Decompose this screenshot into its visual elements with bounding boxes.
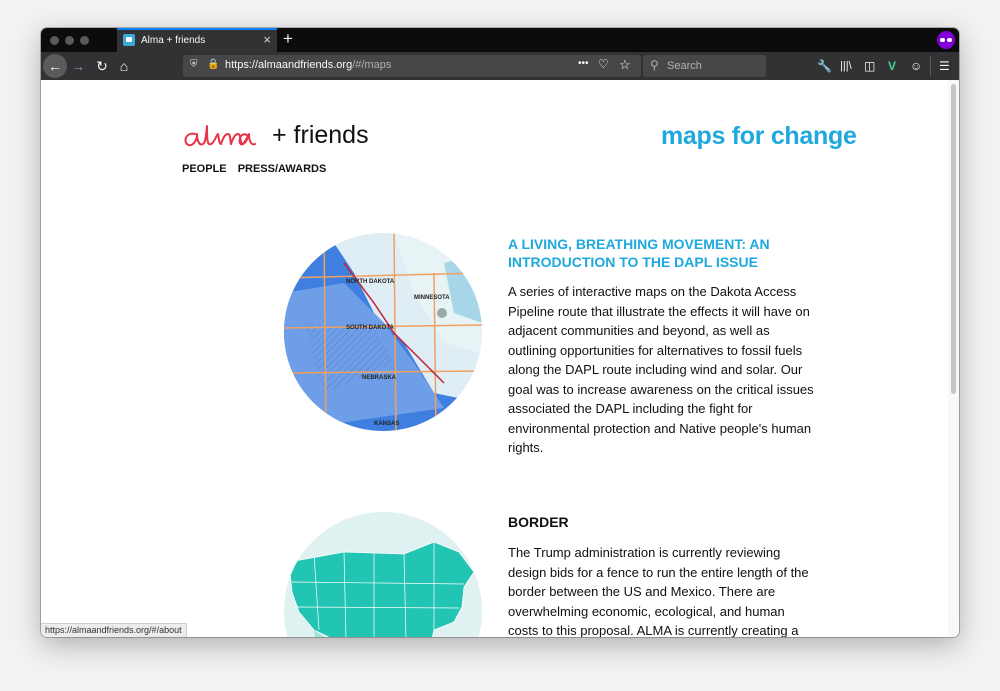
- search-input[interactable]: Search: [667, 60, 702, 72]
- map-label-minnesota: MINNESOTA: [414, 295, 450, 301]
- home-button[interactable]: ⌂: [113, 52, 135, 80]
- logo-friends-text: + friends: [272, 121, 369, 149]
- status-bar-url: https://almaandfriends.org/#/about: [41, 623, 187, 637]
- new-tab-button[interactable]: +: [283, 29, 293, 49]
- dapl-project-description: A series of interactive maps on the Dako…: [508, 284, 814, 455]
- url-host: https://almaandfriends.org: [225, 59, 353, 71]
- zoom-window-button[interactable]: [80, 36, 89, 45]
- library-icon[interactable]: |||\: [840, 57, 852, 75]
- account-icon[interactable]: ☺: [910, 57, 922, 75]
- wrench-icon[interactable]: 🔧: [817, 57, 832, 75]
- dapl-project-title[interactable]: A LIVING, BREATHING MOVEMENT: AN INTRODU…: [508, 235, 818, 271]
- menu-icon[interactable]: ☰: [939, 57, 950, 75]
- reload-button[interactable]: ↻: [91, 52, 113, 80]
- close-window-button[interactable]: [50, 36, 59, 45]
- vue-devtools-icon[interactable]: V: [888, 57, 896, 75]
- shield-icon[interactable]: ⛨: [190, 59, 198, 70]
- url-text[interactable]: https://almaandfriends.org/#/maps: [225, 59, 391, 71]
- map-label-north-dakota: NORTH DAKOTA: [346, 279, 395, 285]
- scrollbar-thumb[interactable]: [951, 84, 956, 394]
- map-label-south-dakota: SOUTH DAKOTA: [346, 325, 395, 331]
- map-label-nebraska: NEBRASKA: [362, 375, 397, 381]
- page-actions-button[interactable]: •••: [578, 58, 589, 69]
- search-bar[interactable]: ⚲ Search: [643, 55, 766, 77]
- back-button[interactable]: ←: [43, 54, 67, 78]
- map-label-kansas: KANSAS: [374, 421, 399, 427]
- url-path: /#/maps: [352, 59, 392, 71]
- border-project-title[interactable]: BORDER: [508, 513, 818, 531]
- alma-logo[interactable]: [181, 116, 271, 156]
- site-favicon-icon: [123, 34, 135, 46]
- lock-icon[interactable]: 🔒: [207, 59, 219, 70]
- minimize-window-button[interactable]: [65, 36, 74, 45]
- main-nav: PEOPLE PRESS/AWARDS: [182, 163, 334, 175]
- page-scrollbar[interactable]: [948, 80, 959, 637]
- search-icon: ⚲: [650, 58, 659, 72]
- page-content: alma + friends PEOPLE PRESS/AWARDS maps …: [41, 80, 948, 637]
- tab-bar: Alma + friends × +: [41, 28, 959, 52]
- private-browsing-icon: [937, 31, 955, 49]
- border-map-thumbnail[interactable]: [284, 512, 482, 637]
- pocket-icon[interactable]: ♡: [598, 57, 609, 71]
- toolbar-divider: [930, 56, 931, 76]
- nav-people-link[interactable]: PEOPLE: [182, 163, 227, 175]
- dapl-map-thumbnail[interactable]: NORTH DAKOTA MINNESOTA SOUTH DAKOTA NEBR…: [284, 233, 482, 431]
- tab-title: Alma + friends: [141, 35, 206, 46]
- forward-button[interactable]: →: [67, 52, 89, 80]
- sidebar-icon[interactable]: ◫: [864, 57, 875, 75]
- tab-alma-friends[interactable]: Alma + friends ×: [117, 28, 277, 52]
- border-project-description: The Trump administration is currently re…: [508, 545, 809, 637]
- browser-window: Alma + friends × + ← → ↻ ⌂ ⛨ 🔒 https://a…: [41, 28, 959, 637]
- bookmark-star-icon[interactable]: ☆: [619, 57, 631, 73]
- tab-close-icon[interactable]: ×: [263, 33, 271, 47]
- navigation-toolbar: ← → ↻ ⌂ ⛨ 🔒 https://almaandfriends.org/#…: [41, 52, 959, 80]
- site-tagline: maps for change: [661, 122, 857, 150]
- nav-press-awards-link[interactable]: PRESS/AWARDS: [238, 163, 327, 175]
- address-bar[interactable]: ⛨ 🔒 https://almaandfriends.org/#/maps ••…: [183, 55, 641, 77]
